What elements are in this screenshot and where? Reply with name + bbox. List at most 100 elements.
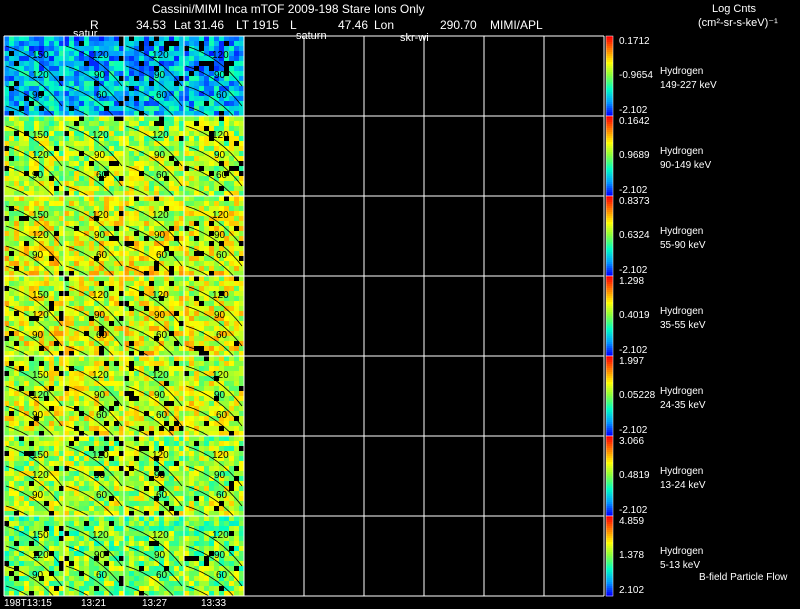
heatmap-cell (179, 301, 184, 306)
heatmap-cell (54, 531, 59, 536)
heatmap-cell (149, 436, 154, 441)
heatmap-cell (4, 71, 9, 76)
heatmap-cell (234, 406, 239, 411)
heatmap-cell (124, 421, 129, 426)
heatmap-cell (4, 491, 9, 496)
heatmap-cell (9, 311, 14, 316)
heatmap-cell (99, 111, 104, 116)
heatmap-cell (69, 481, 74, 486)
heatmap-cell (204, 496, 209, 501)
heatmap-cell (89, 516, 94, 521)
heatmap-cell (74, 476, 79, 481)
heatmap-cell (134, 111, 139, 116)
heatmap-cell (229, 181, 234, 186)
heatmap-cell (54, 36, 59, 41)
heatmap-cell (54, 66, 59, 71)
heatmap-cell (164, 481, 169, 486)
heatmap-cell (194, 191, 199, 196)
heatmap-cell (114, 461, 119, 466)
heatmap-cell (204, 161, 209, 166)
heatmap-cell (154, 241, 159, 246)
heatmap-cell (64, 411, 69, 416)
heatmap-cell (84, 296, 89, 301)
heatmap-cell (109, 536, 114, 541)
heatmap-cell (234, 246, 239, 251)
heatmap-cell (124, 196, 129, 201)
heatmap-cell (184, 431, 189, 436)
heatmap-cell (14, 411, 19, 416)
heatmap-cell (224, 356, 229, 361)
heatmap-cell (74, 221, 79, 226)
heatmap-cell (114, 351, 119, 356)
heatmap-cell (14, 231, 19, 236)
heatmap-cell (59, 491, 64, 496)
heatmap-cell (109, 461, 114, 466)
heatmap-cell (104, 441, 109, 446)
heatmap-cell (119, 476, 124, 481)
heatmap-cell (204, 376, 209, 381)
heatmap-cell (9, 76, 14, 81)
heatmap-cell (189, 391, 194, 396)
heatmap-cell (4, 296, 9, 301)
heatmap-cell (84, 221, 89, 226)
heatmap-cell (44, 431, 49, 436)
contour-label: 150 (32, 210, 49, 221)
heatmap-cell (49, 376, 54, 381)
heatmap-cell (69, 211, 74, 216)
heatmap-cell (14, 371, 19, 376)
heatmap-cell (49, 426, 54, 431)
heatmap-cell (119, 126, 124, 131)
heatmap-cell (239, 136, 244, 141)
heatmap-cell (144, 181, 149, 186)
heatmap-cell (19, 441, 24, 446)
heatmap-cell (234, 36, 239, 41)
heatmap-cell (4, 101, 9, 106)
heatmap-cell (229, 86, 234, 91)
heatmap-cell (79, 466, 84, 471)
heatmap-cell (139, 486, 144, 491)
heatmap-cell (74, 181, 79, 186)
heatmap-cell (29, 261, 34, 266)
heatmap-cell (234, 371, 239, 376)
heatmap-cell (9, 516, 14, 521)
heatmap-cell (39, 351, 44, 356)
heatmap-cell (229, 206, 234, 211)
heatmap-cell (44, 361, 49, 366)
heatmap-cell (179, 451, 184, 456)
heatmap-cell (174, 126, 179, 131)
heatmap-cell (49, 516, 54, 521)
heatmap-cell (229, 276, 234, 281)
heatmap-cell (79, 201, 84, 206)
heatmap-cell (204, 86, 209, 91)
heatmap-cell (94, 281, 99, 286)
heatmap-cell (4, 356, 9, 361)
heatmap-cell (194, 171, 199, 176)
heatmap-cell (94, 261, 99, 266)
heatmap-cell (179, 201, 184, 206)
heatmap-cell (184, 131, 189, 136)
heatmap-cell (204, 141, 209, 146)
heatmap-cell (119, 191, 124, 196)
heatmap-cell (209, 266, 214, 271)
heatmap-cell (169, 441, 174, 446)
heatmap-cell (84, 456, 89, 461)
heatmap-cell (179, 286, 184, 291)
heatmap-cell (229, 326, 234, 331)
heatmap-cell (124, 416, 129, 421)
heatmap-cell (94, 521, 99, 526)
heatmap-cell (109, 116, 114, 121)
heatmap-cell (19, 46, 24, 51)
heatmap-cell (104, 301, 109, 306)
heatmap-cell (114, 216, 119, 221)
heatmap-cell (159, 351, 164, 356)
heatmap-cell (189, 141, 194, 146)
heatmap-cell (144, 356, 149, 361)
heatmap-cell (194, 261, 199, 266)
heatmap-cell (154, 431, 159, 436)
heatmap-cell (19, 426, 24, 431)
heatmap-cell (189, 496, 194, 501)
heatmap-cell (89, 491, 94, 496)
heatmap-cell (239, 36, 244, 41)
heatmap-cell (194, 271, 199, 276)
heatmap-cell (144, 216, 149, 221)
